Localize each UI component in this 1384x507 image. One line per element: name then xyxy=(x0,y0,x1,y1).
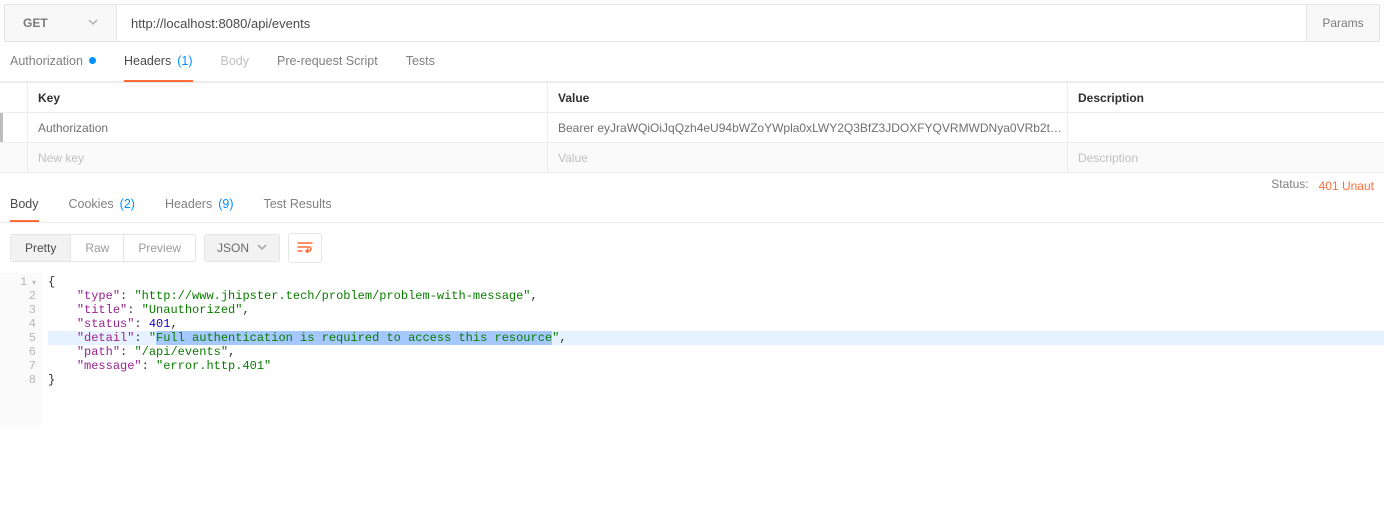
http-method-label: GET xyxy=(23,16,48,30)
new-desc-placeholder[interactable]: Description xyxy=(1068,143,1384,172)
col-desc: Description xyxy=(1068,83,1384,112)
tab-tests-label: Tests xyxy=(406,54,435,68)
tab-prerequest-label: Pre-request Script xyxy=(277,54,378,68)
line-number: 3 xyxy=(2,303,36,317)
line-number: 4 xyxy=(2,317,36,331)
tab-headers-label: Headers xyxy=(124,54,171,68)
status-label: Status: xyxy=(1271,177,1308,233)
cell-desc[interactable] xyxy=(1068,113,1384,142)
code-line: "title": "Unauthorized", xyxy=(48,303,1384,317)
format-select[interactable]: JSON xyxy=(204,234,280,262)
resp-tab-headers-label: Headers xyxy=(165,197,212,211)
tab-body-label: Body xyxy=(221,54,250,68)
http-method-select[interactable]: GET xyxy=(5,5,117,41)
format-label: JSON xyxy=(217,241,249,255)
resp-tab-body-label: Body xyxy=(10,197,39,211)
response-body-viewer[interactable]: 1 2 3 4 5 6 7 8 { "type": "http://www.jh… xyxy=(0,273,1384,427)
params-button[interactable]: Params xyxy=(1307,5,1379,41)
url-input-wrapper xyxy=(117,5,1307,41)
code-line: } xyxy=(48,373,1384,387)
line-wrap-button[interactable] xyxy=(288,233,322,263)
resp-tab-headers[interactable]: Headers (9) xyxy=(165,187,234,222)
col-key: Key xyxy=(28,83,548,112)
tab-authorization-label: Authorization xyxy=(10,54,83,68)
line-number-gutter: 1 2 3 4 5 6 7 8 xyxy=(0,273,42,427)
line-number: 1 xyxy=(2,275,36,289)
response-toolbar: Pretty Raw Preview JSON xyxy=(0,223,1384,273)
view-preview-button[interactable]: Preview xyxy=(124,234,196,262)
resp-tab-tests-label: Test Results xyxy=(263,197,331,211)
chevron-down-icon xyxy=(257,241,267,255)
resp-tab-cookies-count: (2) xyxy=(120,197,135,211)
resp-tab-body[interactable]: Body xyxy=(10,187,39,222)
tab-headers-count: (1) xyxy=(177,54,192,68)
view-mode-group: Pretty Raw Preview xyxy=(10,234,196,262)
table-row[interactable]: Authorization Bearer eyJraWQiOiJqQzh4eU9… xyxy=(0,112,1384,142)
status-code: 401 Unaut xyxy=(1313,177,1374,233)
line-wrap-icon xyxy=(297,240,313,256)
resp-tab-cookies[interactable]: Cookies (2) xyxy=(69,187,135,222)
code-line: "type": "http://www.jhipster.tech/proble… xyxy=(48,289,1384,303)
new-header-row[interactable]: New key Value Description xyxy=(0,142,1384,172)
tab-authorization[interactable]: Authorization xyxy=(10,42,96,82)
chevron-down-icon xyxy=(88,16,98,30)
tab-prerequest[interactable]: Pre-request Script xyxy=(277,42,378,82)
view-pretty-button[interactable]: Pretty xyxy=(10,234,71,262)
resp-tab-tests[interactable]: Test Results xyxy=(263,187,331,222)
row-gutter xyxy=(0,113,28,142)
new-value-placeholder[interactable]: Value xyxy=(548,143,1068,172)
cell-value[interactable]: Bearer eyJraWQiOiJqQzh4eU94bWZoYWpla0xLW… xyxy=(548,113,1068,142)
tab-body[interactable]: Body xyxy=(221,42,250,82)
changed-dot-icon xyxy=(89,57,96,64)
response-tabs: Body Cookies (2) Headers (9) Test Result… xyxy=(10,187,332,222)
request-url-bar: GET Params xyxy=(4,4,1380,42)
col-value: Value xyxy=(548,83,1068,112)
line-number: 8 xyxy=(2,373,36,387)
response-tabs-strip: Body Cookies (2) Headers (9) Test Result… xyxy=(0,187,1384,223)
line-number: 2 xyxy=(2,289,36,303)
resp-tab-headers-count: (9) xyxy=(218,197,233,211)
code-content[interactable]: { "type": "http://www.jhipster.tech/prob… xyxy=(42,273,1384,427)
resp-tab-cookies-label: Cookies xyxy=(69,197,114,211)
code-line: "message": "error.http.401" xyxy=(48,359,1384,373)
tab-headers[interactable]: Headers (1) xyxy=(124,42,193,82)
line-number: 6 xyxy=(2,345,36,359)
code-line: "detail": "Full authentication is requir… xyxy=(48,331,1384,345)
response-status: Status: 401 Unaut xyxy=(1271,177,1374,233)
line-number: 7 xyxy=(2,359,36,373)
view-raw-button[interactable]: Raw xyxy=(71,234,124,262)
tab-tests[interactable]: Tests xyxy=(406,42,435,82)
code-line: "status": 401, xyxy=(48,317,1384,331)
headers-table: Key Value Description Authorization Bear… xyxy=(0,82,1384,173)
row-gutter xyxy=(0,143,28,172)
cell-key[interactable]: Authorization xyxy=(28,113,548,142)
headers-table-header: Key Value Description xyxy=(0,82,1384,112)
params-label: Params xyxy=(1322,16,1363,30)
request-tabs: Authorization Headers (1) Body Pre-reque… xyxy=(0,42,1384,82)
code-line: { xyxy=(48,275,1384,289)
row-gutter xyxy=(0,83,28,112)
url-input[interactable] xyxy=(117,16,1306,31)
code-line: "path": "/api/events", xyxy=(48,345,1384,359)
new-key-placeholder[interactable]: New key xyxy=(28,143,548,172)
line-number: 5 xyxy=(2,331,36,345)
